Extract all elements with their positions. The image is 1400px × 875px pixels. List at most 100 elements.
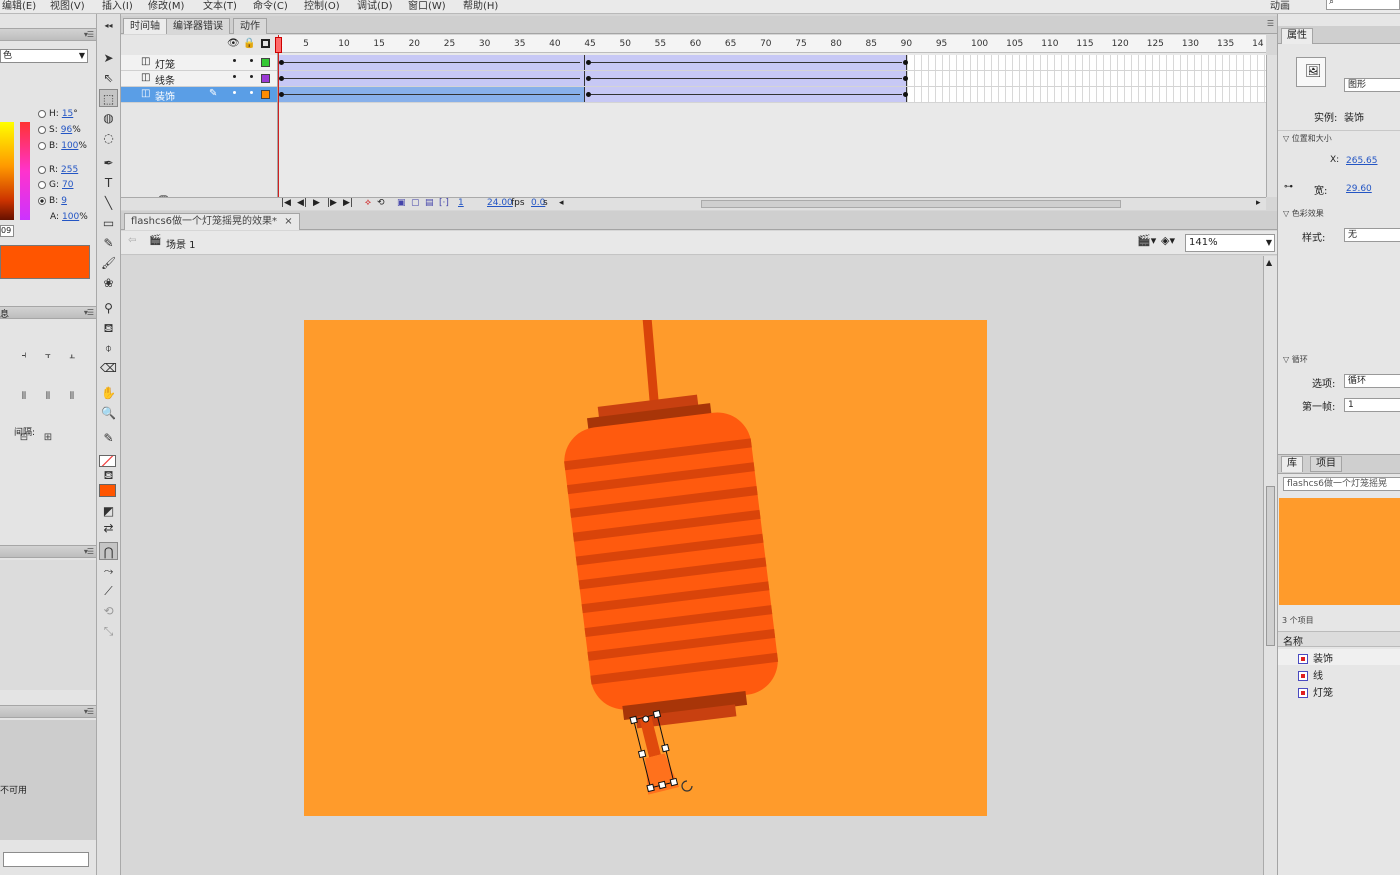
library-item[interactable]: 线 (1298, 667, 1323, 682)
scroll-right-icon[interactable]: ▸ (1256, 198, 1261, 208)
color-type-select[interactable]: 色 ▼ (0, 49, 88, 63)
color-spectrum[interactable] (0, 122, 14, 220)
panel-menu-icon[interactable]: ☰ (1267, 19, 1274, 28)
keyframe[interactable] (586, 76, 591, 81)
frame-row-decoration[interactable] (278, 87, 1266, 103)
name-column-header[interactable]: 名称 (1283, 633, 1303, 648)
tab-timeline[interactable]: 时间轴 (123, 18, 167, 34)
radio-g[interactable] (38, 180, 46, 189)
menu-window[interactable]: 窗口(W) (408, 0, 446, 12)
fps-value[interactable]: 24.00 (487, 198, 513, 208)
g-row[interactable]: G: 70 (38, 180, 73, 190)
keyframe[interactable] (279, 60, 284, 65)
library-item[interactable]: 装饰 (1298, 650, 1333, 665)
x-value[interactable]: 265.65 (1346, 156, 1378, 166)
visible-dot[interactable] (233, 75, 236, 78)
r-row[interactable]: R: 255 (38, 165, 78, 175)
width-value[interactable]: 29.60 (1346, 184, 1372, 194)
bone-tool-icon[interactable]: ⚲ (99, 299, 118, 317)
visible-dot[interactable] (233, 59, 236, 62)
stage-canvas[interactable] (304, 277, 987, 816)
r-value[interactable]: 255 (61, 165, 78, 175)
swap-colors-icon[interactable]: ⇄ (99, 519, 118, 537)
3d-rotation-tool-icon[interactable]: ◍ (99, 109, 118, 127)
stage-vscroll[interactable]: ▲ (1263, 256, 1277, 875)
black-white-icon[interactable]: ◩ (99, 502, 118, 520)
free-transform-tool-icon[interactable]: ⬚ (99, 89, 118, 107)
tween-span[interactable] (278, 55, 585, 70)
s-row[interactable]: S: 96% (38, 125, 81, 135)
layer-decoration[interactable]: ◫ 装饰 ✎ (121, 87, 277, 103)
symbol-type-select[interactable]: 图形 (1344, 78, 1400, 92)
deco-tool-icon[interactable]: ❀ (99, 274, 118, 292)
zoom-select[interactable]: 141% ▼ (1185, 234, 1275, 252)
eraser-tool-icon[interactable]: ⌫ (99, 359, 118, 377)
document-tab[interactable]: flashcs6做一个灯笼摇晃的效果* × (124, 213, 300, 230)
hue-slider[interactable] (20, 122, 30, 220)
subselection-tool-icon[interactable]: ⇖ (99, 69, 118, 87)
loop-icon[interactable]: ⟲ (377, 198, 385, 208)
color-swatch[interactable] (0, 245, 90, 279)
prev-frame-icon[interactable]: ◀| (297, 198, 307, 208)
g-value[interactable]: 70 (62, 180, 73, 190)
lock-dot[interactable] (250, 75, 253, 78)
workspace-switcher[interactable]: 动画 (1270, 0, 1290, 12)
snap-magnet-icon[interactable]: ⋂ (99, 542, 118, 560)
tools-collapse-icon[interactable]: ◂◂ (99, 17, 118, 35)
edit-symbols-icon[interactable]: ◈▾ (1161, 234, 1175, 247)
library-document-select[interactable]: flashcs6做一个灯笼摇晃 (1283, 477, 1400, 491)
space-horizontal-icon[interactable]: ⊞ (42, 432, 54, 444)
menu-modify[interactable]: 修改(M) (148, 0, 184, 12)
rectangle-tool-icon[interactable]: ▭ (99, 214, 118, 232)
scene-label[interactable]: 场景 1 (166, 236, 196, 251)
keyframe[interactable] (586, 92, 591, 97)
timeline-vscroll[interactable] (1266, 55, 1277, 197)
eye-icon[interactable]: 👁 (227, 38, 240, 49)
visible-dot[interactable] (233, 91, 236, 94)
b-row[interactable]: B: 100% (38, 141, 87, 151)
frame-row-lantern[interactable] (278, 55, 1266, 71)
align-center-icon[interactable]: ⫟ (42, 350, 54, 362)
menu-view[interactable]: 视图(V) (50, 0, 85, 12)
keyframe[interactable] (903, 76, 908, 81)
next-frame-icon[interactable]: |▶ (327, 198, 337, 208)
vscroll-thumb[interactable] (1266, 486, 1275, 646)
library-column-header[interactable]: 名称 (1278, 631, 1400, 648)
panel-input[interactable] (3, 852, 89, 867)
search-input[interactable]: ⌕ (1326, 0, 1400, 10)
radio-s[interactable] (38, 125, 46, 134)
alpha-row[interactable]: A: 100% (50, 212, 88, 222)
tween-span[interactable] (585, 71, 907, 86)
menu-help[interactable]: 帮助(H) (463, 0, 498, 12)
tween-span[interactable] (278, 87, 585, 102)
center-frame-icon[interactable]: ⟡ (365, 198, 371, 208)
section-color-effect[interactable]: ▽ 色彩效果 (1283, 208, 1324, 219)
menu-control[interactable]: 控制(O) (304, 0, 340, 12)
hex-field[interactable]: 09 (0, 225, 14, 237)
lock-dot[interactable] (250, 59, 253, 62)
edit-scene-icon[interactable]: 🎬▾ (1137, 234, 1156, 247)
b-value[interactable]: 100 (61, 141, 78, 151)
menu-insert[interactable]: 插入(I) (102, 0, 133, 12)
panel-menu-icon[interactable]: ▾☰ (84, 30, 94, 39)
tab-properties[interactable]: 属性 (1281, 28, 1313, 44)
lantern-artwork[interactable] (304, 277, 987, 816)
onion-skin-icon[interactable]: ▣ (397, 198, 406, 208)
edit-multiple-icon[interactable]: ▤ (425, 198, 434, 208)
distribute-left-icon[interactable]: ⦀ (18, 391, 30, 403)
h-row[interactable]: H: 15° (38, 109, 78, 119)
loop-option-select[interactable]: 循环 (1344, 374, 1400, 388)
blue-row[interactable]: B: 9 (38, 196, 67, 206)
distribute-center-icon[interactable]: ⦀ (42, 391, 54, 403)
tab-project[interactable]: 项目 (1310, 456, 1342, 472)
close-tab-icon[interactable]: × (284, 216, 292, 227)
onion-markers-icon[interactable]: [·] (439, 198, 449, 208)
menu-debug[interactable]: 调试(D) (357, 0, 393, 12)
straighten-icon[interactable]: ⟋ (99, 582, 118, 600)
lock-icon[interactable]: 🔒 (243, 38, 255, 49)
layer-lines[interactable]: ◫ 线条 (121, 71, 277, 87)
current-frame[interactable]: 1 (458, 198, 464, 208)
brush-tool-icon[interactable]: 🖌 (99, 254, 118, 272)
section-loop[interactable]: ▽ 循环 (1283, 354, 1308, 365)
panel-menu-icon[interactable]: ▾☰ (84, 547, 94, 556)
